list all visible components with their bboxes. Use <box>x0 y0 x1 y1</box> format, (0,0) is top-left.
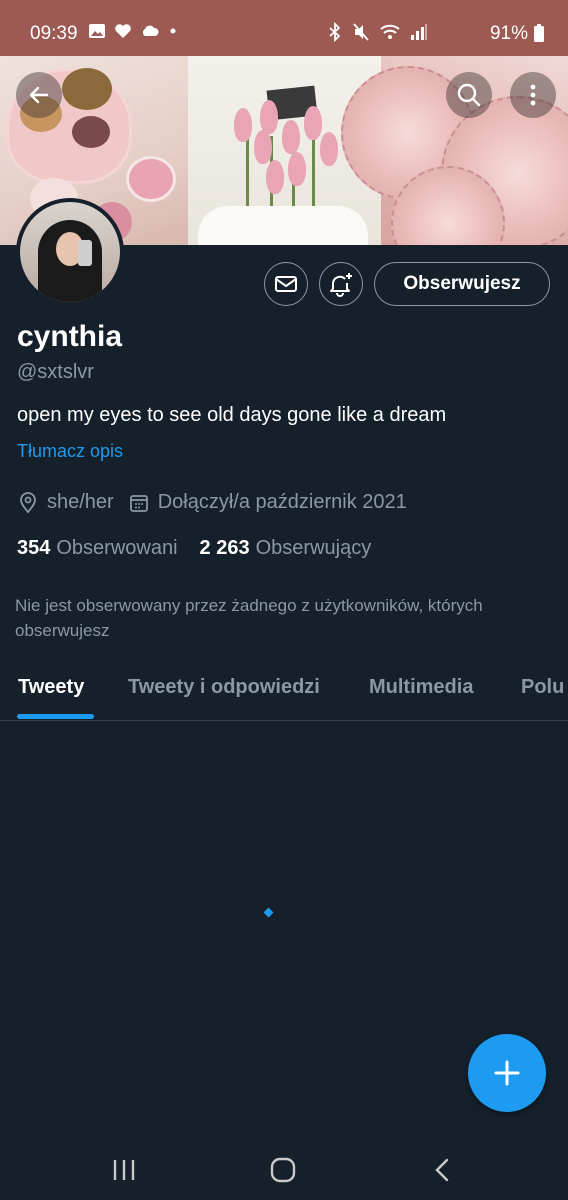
tab-tweets-replies[interactable]: Tweety i odpowiedzi <box>128 676 320 699</box>
search-icon <box>457 83 481 107</box>
followed-by-notice: Nie jest obserwowany przez żadnego z uży… <box>15 596 483 640</box>
battery-percentage: 91% <box>489 23 528 44</box>
heart-icon <box>115 24 131 38</box>
followers-label: Obserwujący <box>255 537 372 559</box>
back-icon <box>435 1158 449 1182</box>
tab-media[interactable]: Multimedia <box>369 676 473 699</box>
signal-icon <box>411 24 427 40</box>
profile-joined: Dołączył/a październik 2021 <box>157 491 407 513</box>
plus-icon <box>494 1060 520 1086</box>
more-options-button[interactable] <box>510 72 556 118</box>
profile-handle: @sxtslvr <box>17 361 94 383</box>
more-vertical-icon <box>530 84 536 106</box>
translate-bio-link[interactable]: Tłumacz opis <box>17 441 123 462</box>
status-time: 09:39 <box>30 23 78 44</box>
loading-indicator <box>263 907 274 918</box>
following-count: 354 <box>17 537 51 559</box>
search-button[interactable] <box>446 72 492 118</box>
arrow-left-icon <box>29 86 49 104</box>
message-button[interactable] <box>264 262 308 306</box>
system-navigation-bar <box>0 1140 568 1200</box>
following-button[interactable]: Obserwujesz <box>374 262 550 306</box>
active-tab-indicator <box>17 714 94 719</box>
calendar-icon <box>129 494 148 512</box>
following-label: Obserwowani <box>56 537 178 559</box>
status-bar: 09:39 91% <box>0 0 568 56</box>
dot-icon <box>170 28 176 34</box>
home-button[interactable] <box>263 1154 303 1186</box>
followers-stat[interactable]: 2 263 Obserwujący <box>200 537 372 560</box>
avatar[interactable] <box>16 198 124 306</box>
location-icon <box>20 491 36 513</box>
profile-bio: open my eyes to see old days gone like a… <box>17 404 447 426</box>
image-icon <box>89 24 105 38</box>
compose-tweet-button[interactable] <box>468 1034 546 1112</box>
bluetooth-icon <box>329 22 341 42</box>
profile-name: cynthia <box>17 320 123 353</box>
profile-pronouns: she/her <box>47 491 114 513</box>
back-button[interactable] <box>16 72 62 118</box>
system-back-button[interactable] <box>422 1154 462 1186</box>
followers-count: 2 263 <box>199 537 250 559</box>
tab-likes[interactable]: Polu <box>521 676 564 699</box>
home-icon <box>270 1157 296 1183</box>
tab-tweets[interactable]: Tweety <box>18 676 84 699</box>
recent-apps-button[interactable] <box>104 1154 144 1186</box>
mail-icon <box>275 276 297 292</box>
following-stat[interactable]: 354 Obserwowani <box>17 537 178 560</box>
profile-stats: 354 Obserwowani 2 263 Obserwujący <box>17 537 371 560</box>
battery-icon <box>534 24 544 42</box>
notifications-button[interactable] <box>319 262 363 306</box>
cloud-icon <box>142 25 159 36</box>
recent-apps-icon <box>113 1160 135 1180</box>
profile-meta: she/her Dołączył/a październik 2021 <box>17 491 407 514</box>
bell-plus-icon <box>330 273 352 297</box>
mute-icon <box>353 23 369 41</box>
profile-tabs: Tweety Tweety i odpowiedzi Multimedia Po… <box>0 660 568 721</box>
wifi-icon <box>380 24 400 39</box>
